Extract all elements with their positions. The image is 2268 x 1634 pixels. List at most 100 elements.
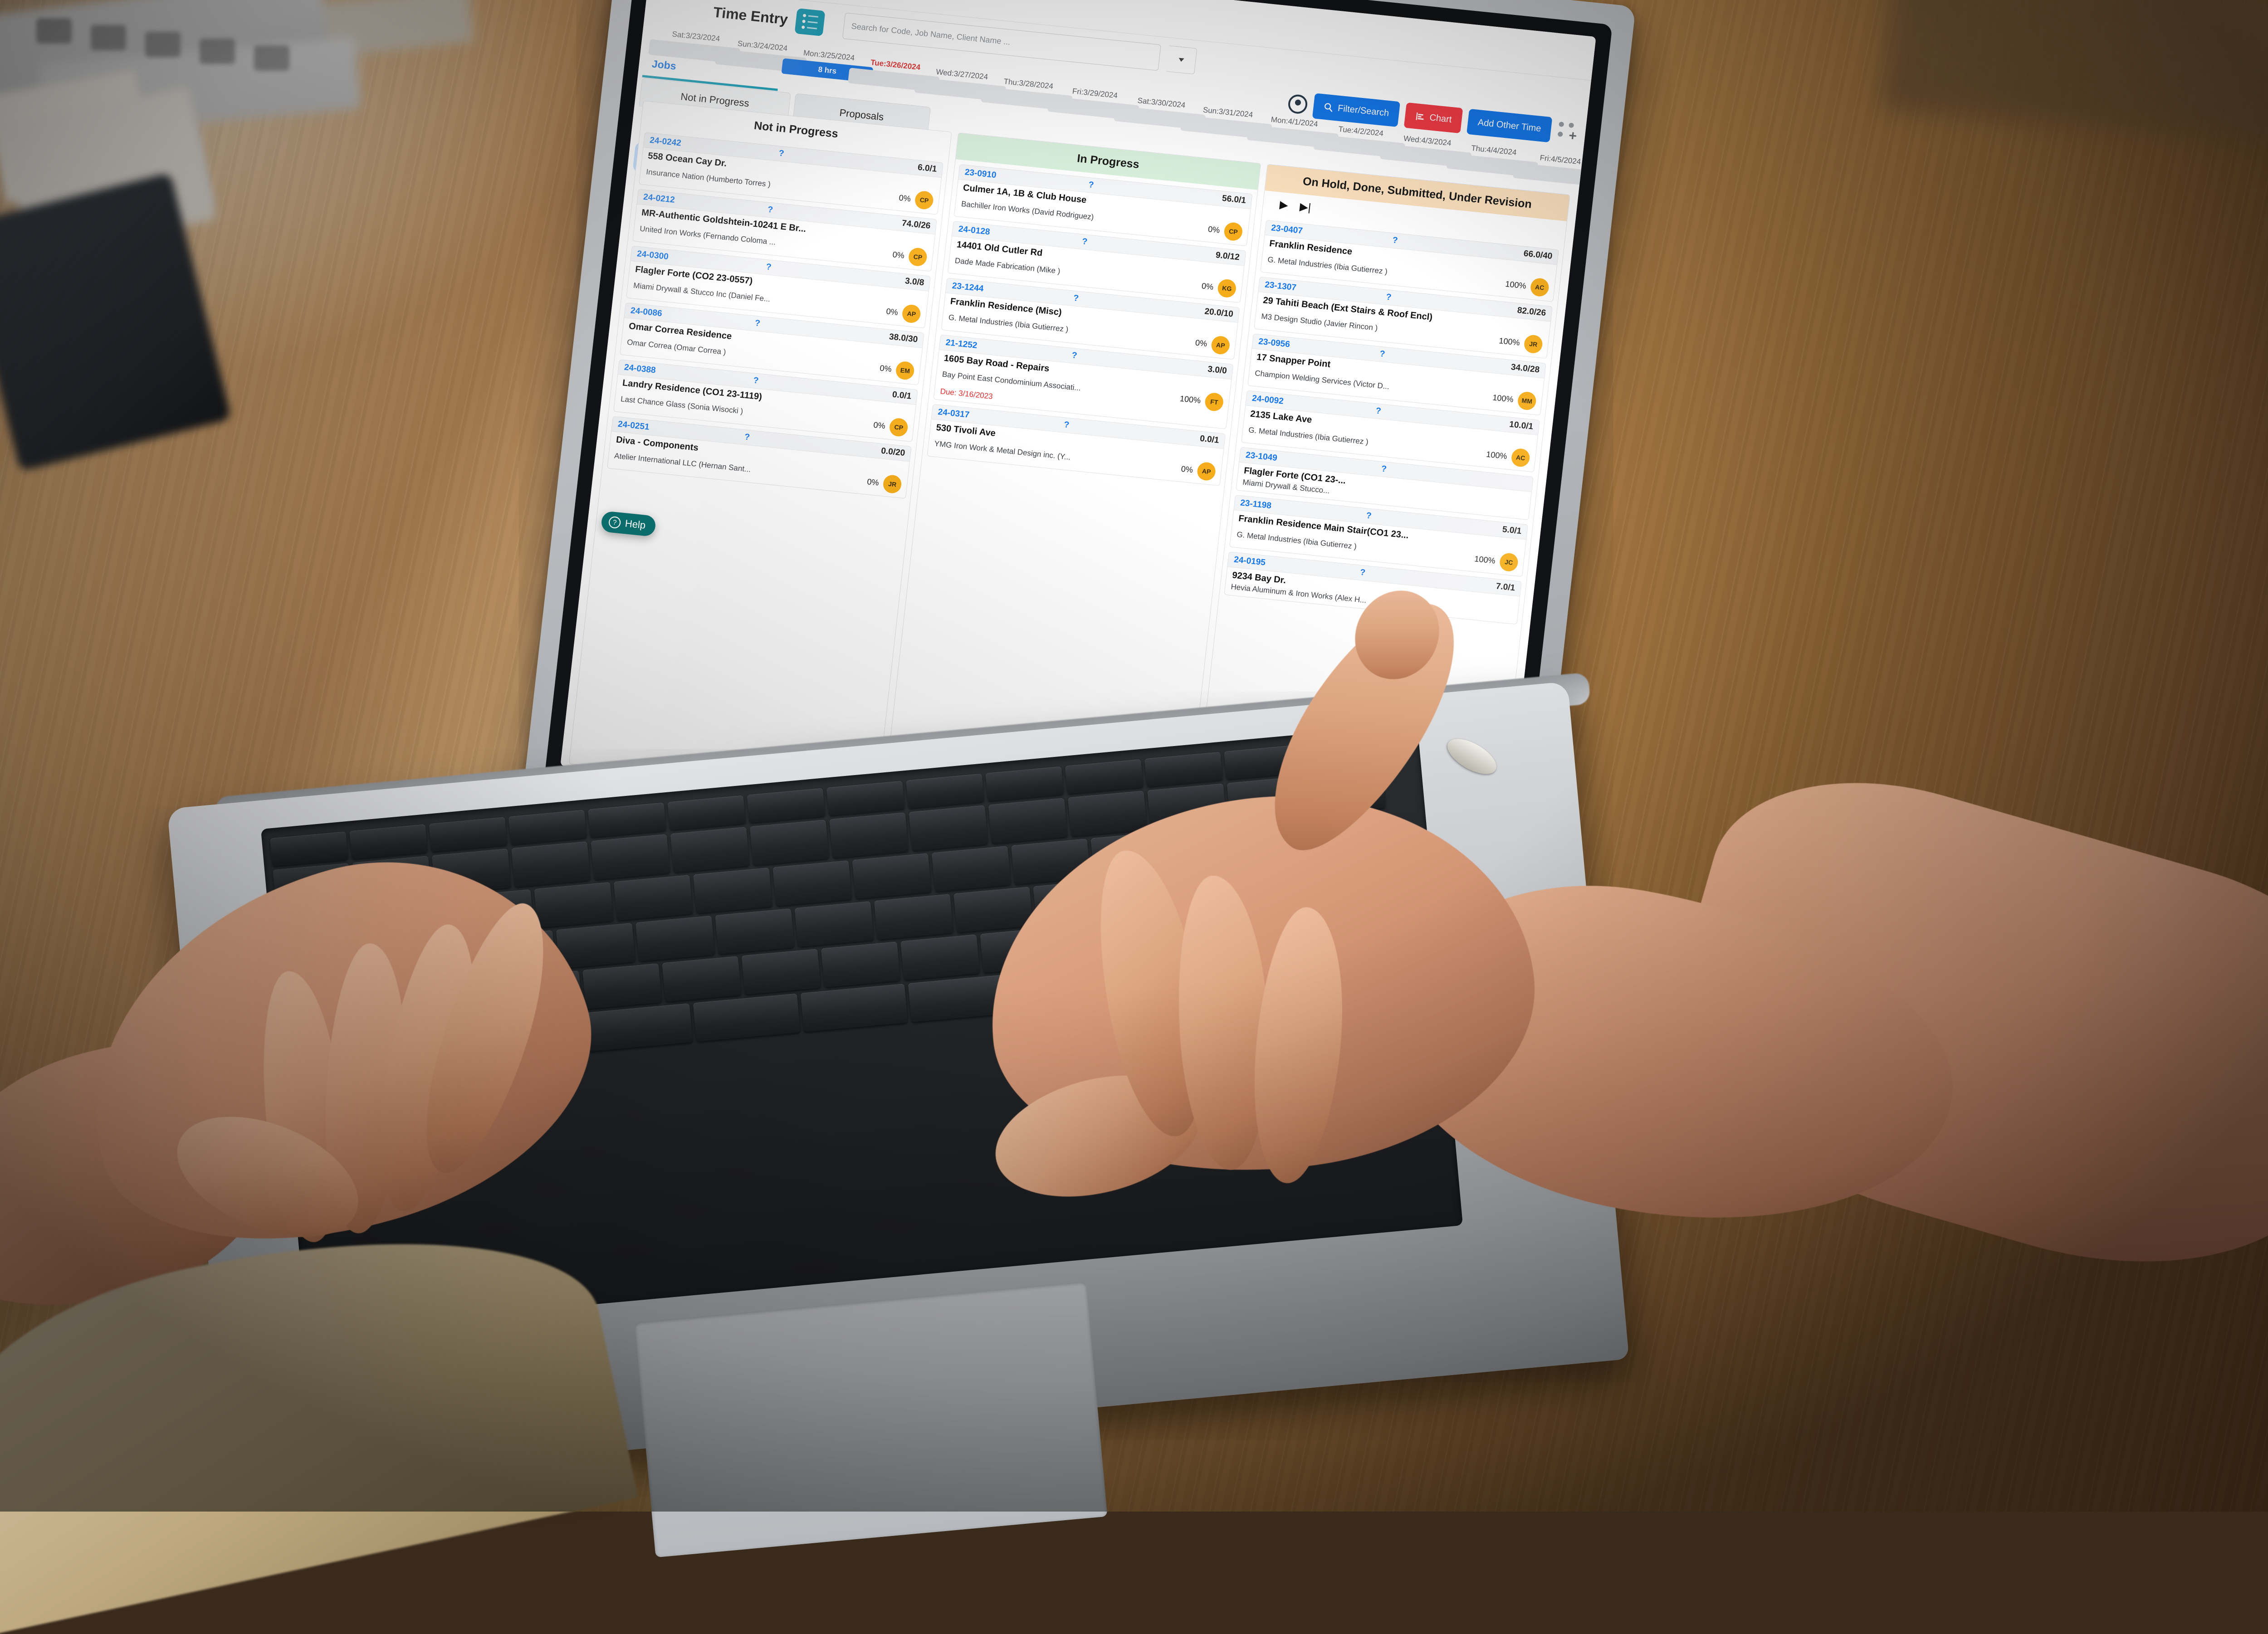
skip-to-end-icon[interactable]: ▶|: [1299, 200, 1312, 214]
assignee-badge[interactable]: KG: [1217, 278, 1237, 298]
keyboard-key[interactable]: [750, 819, 829, 865]
keyboard-key[interactable]: [821, 941, 900, 987]
keyboard-key[interactable]: [586, 1003, 693, 1051]
job-code[interactable]: 24-0128: [958, 224, 991, 237]
help-question-icon[interactable]: ?: [744, 432, 750, 443]
keyboard-key[interactable]: [852, 853, 932, 899]
keyboard-key[interactable]: [795, 901, 874, 947]
keyboard-key[interactable]: [591, 834, 670, 880]
keyboard-key[interactable]: [801, 984, 908, 1032]
search-dropdown-button[interactable]: [1166, 45, 1197, 74]
keyboard-key[interactable]: [1068, 791, 1147, 837]
assignee-badge[interactable]: CP: [1223, 222, 1243, 242]
keyboard-key[interactable]: [932, 846, 1011, 892]
job-code[interactable]: 24-0242: [649, 136, 682, 149]
job-code[interactable]: 24-0251: [617, 419, 650, 433]
keyboard-key[interactable]: [588, 803, 666, 838]
help-question-icon[interactable]: ?: [1088, 180, 1094, 190]
job-code[interactable]: 23-0910: [964, 167, 997, 180]
nav-other[interactable]: Other: [956, 0, 990, 3]
assignee-badge[interactable]: AP: [901, 304, 921, 324]
keyboard-key[interactable]: [900, 934, 980, 980]
keyboard-key[interactable]: [667, 795, 746, 830]
keyboard-key[interactable]: [742, 949, 821, 995]
job-code[interactable]: 23-0956: [1258, 337, 1290, 350]
assignee-badge[interactable]: JC: [1499, 552, 1519, 572]
list-view-toggle[interactable]: [794, 8, 825, 36]
keyboard-key[interactable]: [874, 894, 953, 940]
keyboard-key[interactable]: [826, 781, 905, 816]
keyboard-key[interactable]: [909, 805, 988, 851]
keyboard-key[interactable]: [1065, 759, 1144, 794]
assignee-badge[interactable]: CP: [914, 190, 934, 210]
help-question-icon[interactable]: ?: [754, 318, 761, 329]
job-code[interactable]: 24-0212: [643, 192, 675, 205]
keyboard-key[interactable]: [270, 831, 348, 866]
assignee-badge[interactable]: CP: [908, 247, 928, 267]
help-question-icon[interactable]: ?: [1081, 237, 1088, 247]
keyboard-key[interactable]: [534, 882, 613, 928]
keyboard-key[interactable]: [635, 916, 715, 961]
job-code[interactable]: 24-0092: [1251, 394, 1284, 407]
keyboard-key[interactable]: [693, 868, 772, 913]
keyboard-key[interactable]: [508, 810, 587, 844]
job-code[interactable]: 23-0407: [1271, 223, 1303, 236]
user-avatar-icon[interactable]: [1287, 94, 1308, 115]
help-question-icon[interactable]: ?: [1379, 349, 1385, 360]
job-code[interactable]: 24-0317: [937, 407, 970, 420]
help-question-icon[interactable]: ?: [1381, 464, 1387, 474]
job-code[interactable]: 21-1252: [945, 338, 978, 351]
assignee-badge[interactable]: AP: [1197, 461, 1217, 481]
keyboard-key[interactable]: [985, 766, 1064, 801]
assignee-badge[interactable]: JR: [1523, 334, 1543, 354]
keyboard-key[interactable]: [715, 908, 794, 954]
trackpad[interactable]: [634, 1282, 1107, 1557]
keyboard-key[interactable]: [582, 963, 662, 1009]
job-code[interactable]: 24-0388: [624, 363, 656, 376]
help-question-icon[interactable]: ?: [1386, 293, 1392, 303]
keyboard-key[interactable]: [511, 841, 591, 887]
assignee-badge[interactable]: EM: [895, 361, 915, 380]
help-question-icon[interactable]: ?: [1063, 420, 1070, 430]
assignee-badge[interactable]: MM: [1517, 391, 1537, 411]
keyboard-key[interactable]: [662, 956, 741, 1002]
help-question-icon[interactable]: ?: [1071, 351, 1078, 361]
assignee-badge[interactable]: CP: [889, 417, 909, 437]
job-code[interactable]: 24-0195: [1233, 555, 1266, 568]
assignee-badge[interactable]: FT: [1204, 392, 1224, 412]
job-code[interactable]: 24-0300: [636, 249, 669, 262]
assignee-badge[interactable]: AC: [1530, 278, 1549, 298]
job-code[interactable]: 23-1049: [1245, 450, 1278, 463]
assignee-badge[interactable]: AC: [1510, 448, 1530, 468]
job-code[interactable]: 23-1198: [1240, 498, 1272, 511]
help-question-icon[interactable]: ?: [1392, 235, 1398, 246]
help-question-icon[interactable]: ?: [1366, 511, 1372, 521]
help-question-icon[interactable]: ?: [1073, 293, 1079, 304]
help-question-icon[interactable]: ?: [766, 262, 772, 273]
keyboard-key[interactable]: [693, 994, 801, 1042]
keyboard-key[interactable]: [429, 817, 507, 852]
job-code[interactable]: 23-1307: [1264, 280, 1297, 293]
keyboard-key[interactable]: [1144, 752, 1223, 787]
keyboard-key[interactable]: [772, 860, 852, 906]
job-code[interactable]: 23-1244: [952, 281, 984, 294]
help-question-icon[interactable]: ?: [778, 149, 785, 159]
keyboard-key[interactable]: [614, 875, 693, 921]
help-question-icon[interactable]: ?: [753, 376, 759, 386]
keyboard-key[interactable]: [747, 788, 826, 823]
keyboard-key[interactable]: [829, 812, 909, 858]
assignee-badge[interactable]: JR: [882, 474, 902, 494]
keyboard-key[interactable]: [670, 827, 750, 873]
help-question-icon[interactable]: ?: [767, 205, 773, 215]
keyboard-key[interactable]: [953, 887, 1033, 932]
assignee-badge[interactable]: AP: [1211, 335, 1231, 355]
apps-grid-add-icon[interactable]: +: [1556, 121, 1579, 142]
keyboard-key[interactable]: [349, 824, 428, 859]
keyboard-key[interactable]: [988, 798, 1068, 844]
keyboard-key[interactable]: [556, 923, 635, 969]
help-question-icon[interactable]: ?: [1375, 406, 1382, 416]
keyboard-key[interactable]: [906, 774, 984, 809]
play-next-icon[interactable]: ▶: [1279, 198, 1289, 212]
help-question-icon[interactable]: ?: [1359, 568, 1366, 578]
job-code[interactable]: 24-0086: [630, 306, 663, 319]
